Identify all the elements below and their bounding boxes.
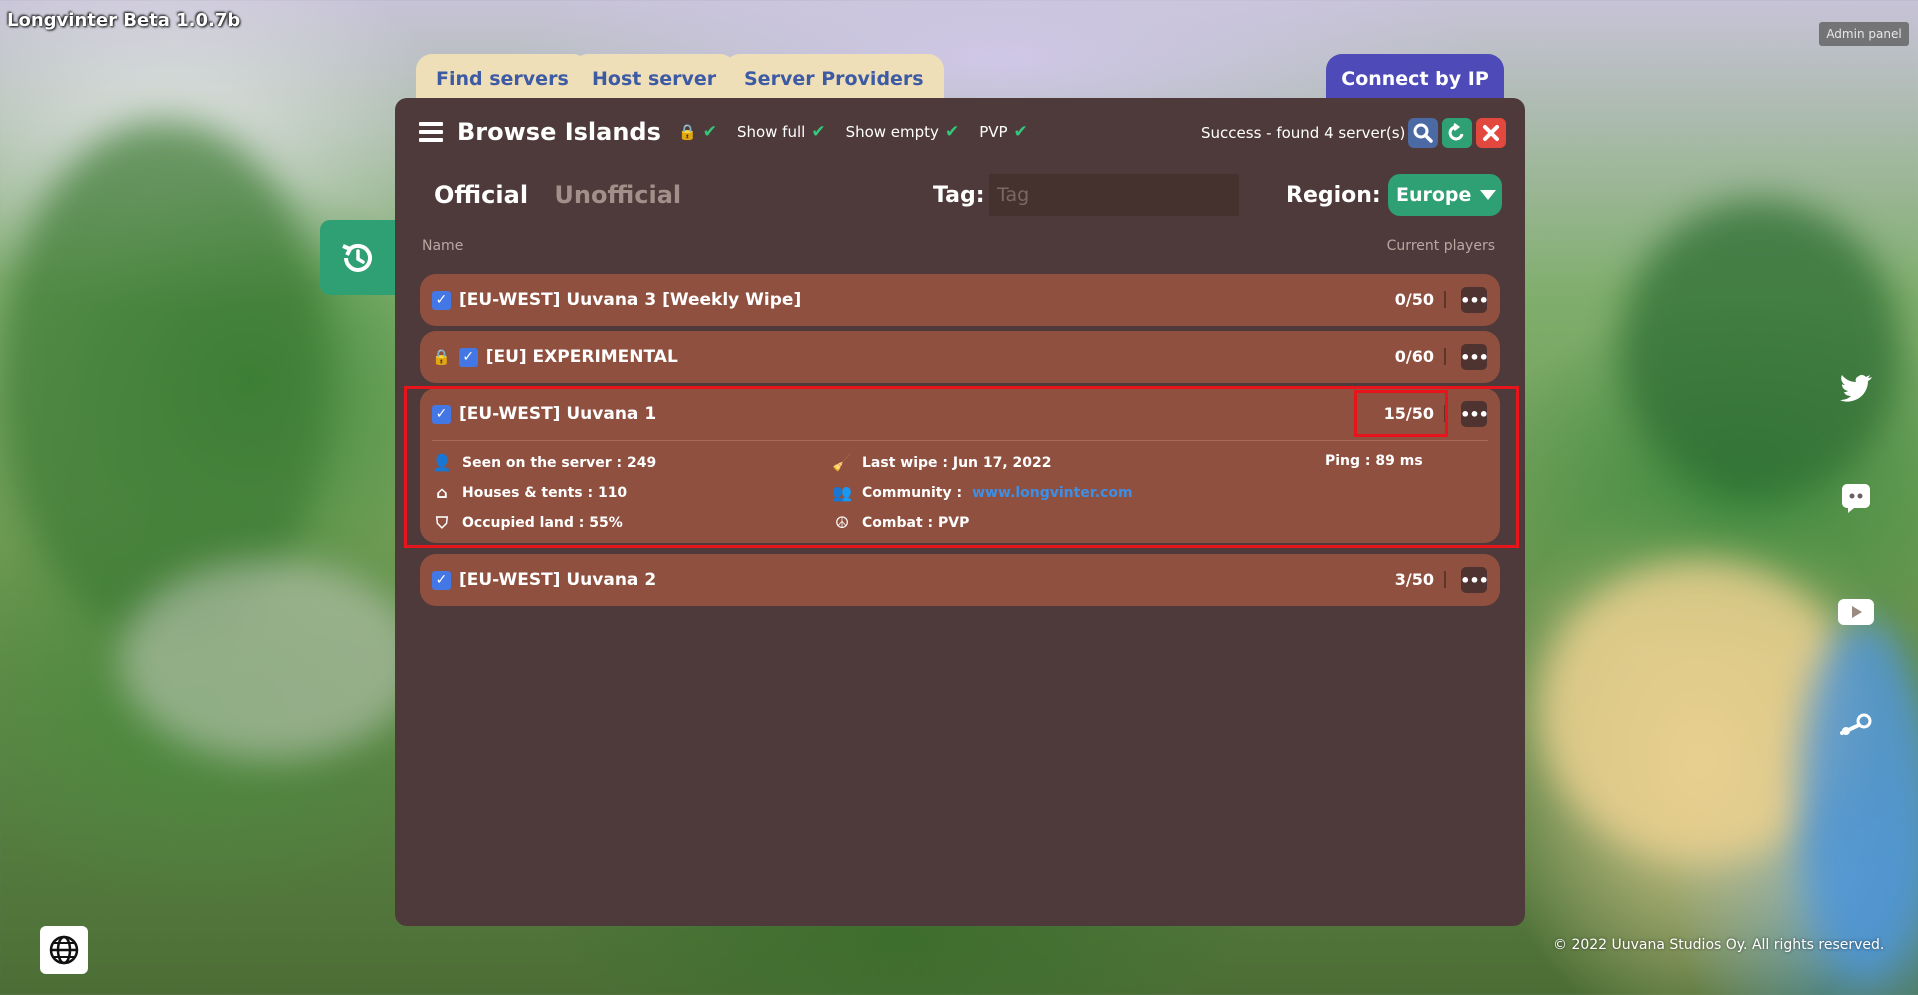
game-title: Longvinter Beta 1.0.7b xyxy=(7,10,241,31)
connect-by-ip-button[interactable]: Connect by IP xyxy=(1326,54,1504,104)
refresh-button[interactable] xyxy=(1442,118,1472,148)
tab-official[interactable]: Official xyxy=(434,181,528,209)
globe-icon xyxy=(49,935,79,965)
filter-bar: 🔒 ✔ Show full ✔ Show empty ✔ PVP ✔ xyxy=(678,122,1042,142)
menu-icon[interactable] xyxy=(419,122,443,142)
checkmark-icon: ✓ xyxy=(458,347,478,367)
more-options-button[interactable]: ••• xyxy=(1460,287,1489,313)
more-options-button[interactable]: ••• xyxy=(1460,344,1489,370)
history-button[interactable] xyxy=(320,220,395,295)
twitter-icon[interactable] xyxy=(1838,370,1874,406)
pvp-check-icon[interactable]: ✔ xyxy=(1014,122,1028,142)
background-trees-right xyxy=(1620,200,1900,500)
tab-host-server[interactable]: Host server xyxy=(572,54,737,104)
server-name: [EU] EXPERIMENTAL xyxy=(485,347,678,367)
filter-show-full-label[interactable]: Show full xyxy=(737,123,805,141)
close-button[interactable] xyxy=(1476,118,1506,148)
server-row[interactable]: 🔒 ✓ [EU] EXPERIMENTAL 0/60 ••• xyxy=(420,331,1500,383)
checkmark-icon: ✓ xyxy=(432,570,451,590)
server-players: 0/60 xyxy=(1394,347,1434,366)
chevron-down-icon xyxy=(1480,190,1497,200)
divider xyxy=(1444,571,1446,588)
background-rocks xyxy=(120,560,420,760)
copyright-text: © 2022 Uuvana Studios Oy. All rights res… xyxy=(1553,937,1885,953)
panel-header: Browse Islands 🔒 ✔ Show full ✔ Show empt… xyxy=(395,98,1525,170)
server-kind-tabs: Official Unofficial xyxy=(434,181,681,209)
region-label: Region: xyxy=(1286,183,1381,208)
steam-icon[interactable] xyxy=(1838,707,1874,743)
status-text: Success - found 4 server(s) xyxy=(1201,124,1406,142)
tag-input[interactable] xyxy=(989,174,1239,216)
filter-pvp-label[interactable]: PVP xyxy=(979,123,1007,141)
region-dropdown[interactable]: Europe xyxy=(1388,174,1502,216)
checkmark-icon: ✓ xyxy=(432,290,451,310)
panel-title: Browse Islands xyxy=(457,118,661,146)
show-empty-check-icon[interactable]: ✔ xyxy=(945,122,959,142)
filter-show-empty-label[interactable]: Show empty xyxy=(846,123,939,141)
more-options-button[interactable]: ••• xyxy=(1460,567,1489,593)
tab-find-servers[interactable]: Find servers xyxy=(416,54,589,104)
background-water xyxy=(1800,620,1918,980)
lock-filter-check-icon[interactable]: ✔ xyxy=(703,122,717,142)
column-header-players: Current players xyxy=(1386,238,1495,254)
lock-icon: 🔒 xyxy=(432,348,451,366)
lock-filter-icon[interactable]: 🔒 xyxy=(678,123,697,141)
tag-label: Tag: xyxy=(933,183,985,208)
discord-icon[interactable] xyxy=(1838,480,1874,516)
search-icon xyxy=(1413,123,1433,143)
tab-server-providers[interactable]: Server Providers xyxy=(724,54,944,104)
show-full-check-icon[interactable]: ✔ xyxy=(811,122,825,142)
language-button[interactable] xyxy=(40,926,88,974)
youtube-icon[interactable] xyxy=(1838,594,1874,630)
server-name: [EU-WEST] Uuvana 3 [Weekly Wipe] xyxy=(459,290,802,310)
close-icon xyxy=(1483,125,1499,141)
admin-panel-button[interactable]: Admin panel xyxy=(1819,22,1909,46)
server-players: 0/50 xyxy=(1394,290,1434,309)
server-players: 3/50 xyxy=(1394,570,1434,589)
server-row[interactable]: ✓ [EU-WEST] Uuvana 3 [Weekly Wipe] 0/50 … xyxy=(420,274,1500,326)
highlight-box xyxy=(404,386,1519,548)
tab-unofficial[interactable]: Unofficial xyxy=(554,181,681,209)
refresh-icon xyxy=(1448,123,1464,141)
history-icon xyxy=(341,243,372,272)
divider xyxy=(1444,291,1446,308)
search-button[interactable] xyxy=(1408,118,1438,148)
divider xyxy=(1444,348,1446,365)
server-row[interactable]: ✓ [EU-WEST] Uuvana 2 3/50 ••• xyxy=(420,554,1500,606)
highlight-box-players xyxy=(1354,390,1448,437)
column-header-name: Name xyxy=(422,238,464,254)
server-name: [EU-WEST] Uuvana 2 xyxy=(459,570,657,590)
region-value: Europe xyxy=(1396,184,1472,206)
